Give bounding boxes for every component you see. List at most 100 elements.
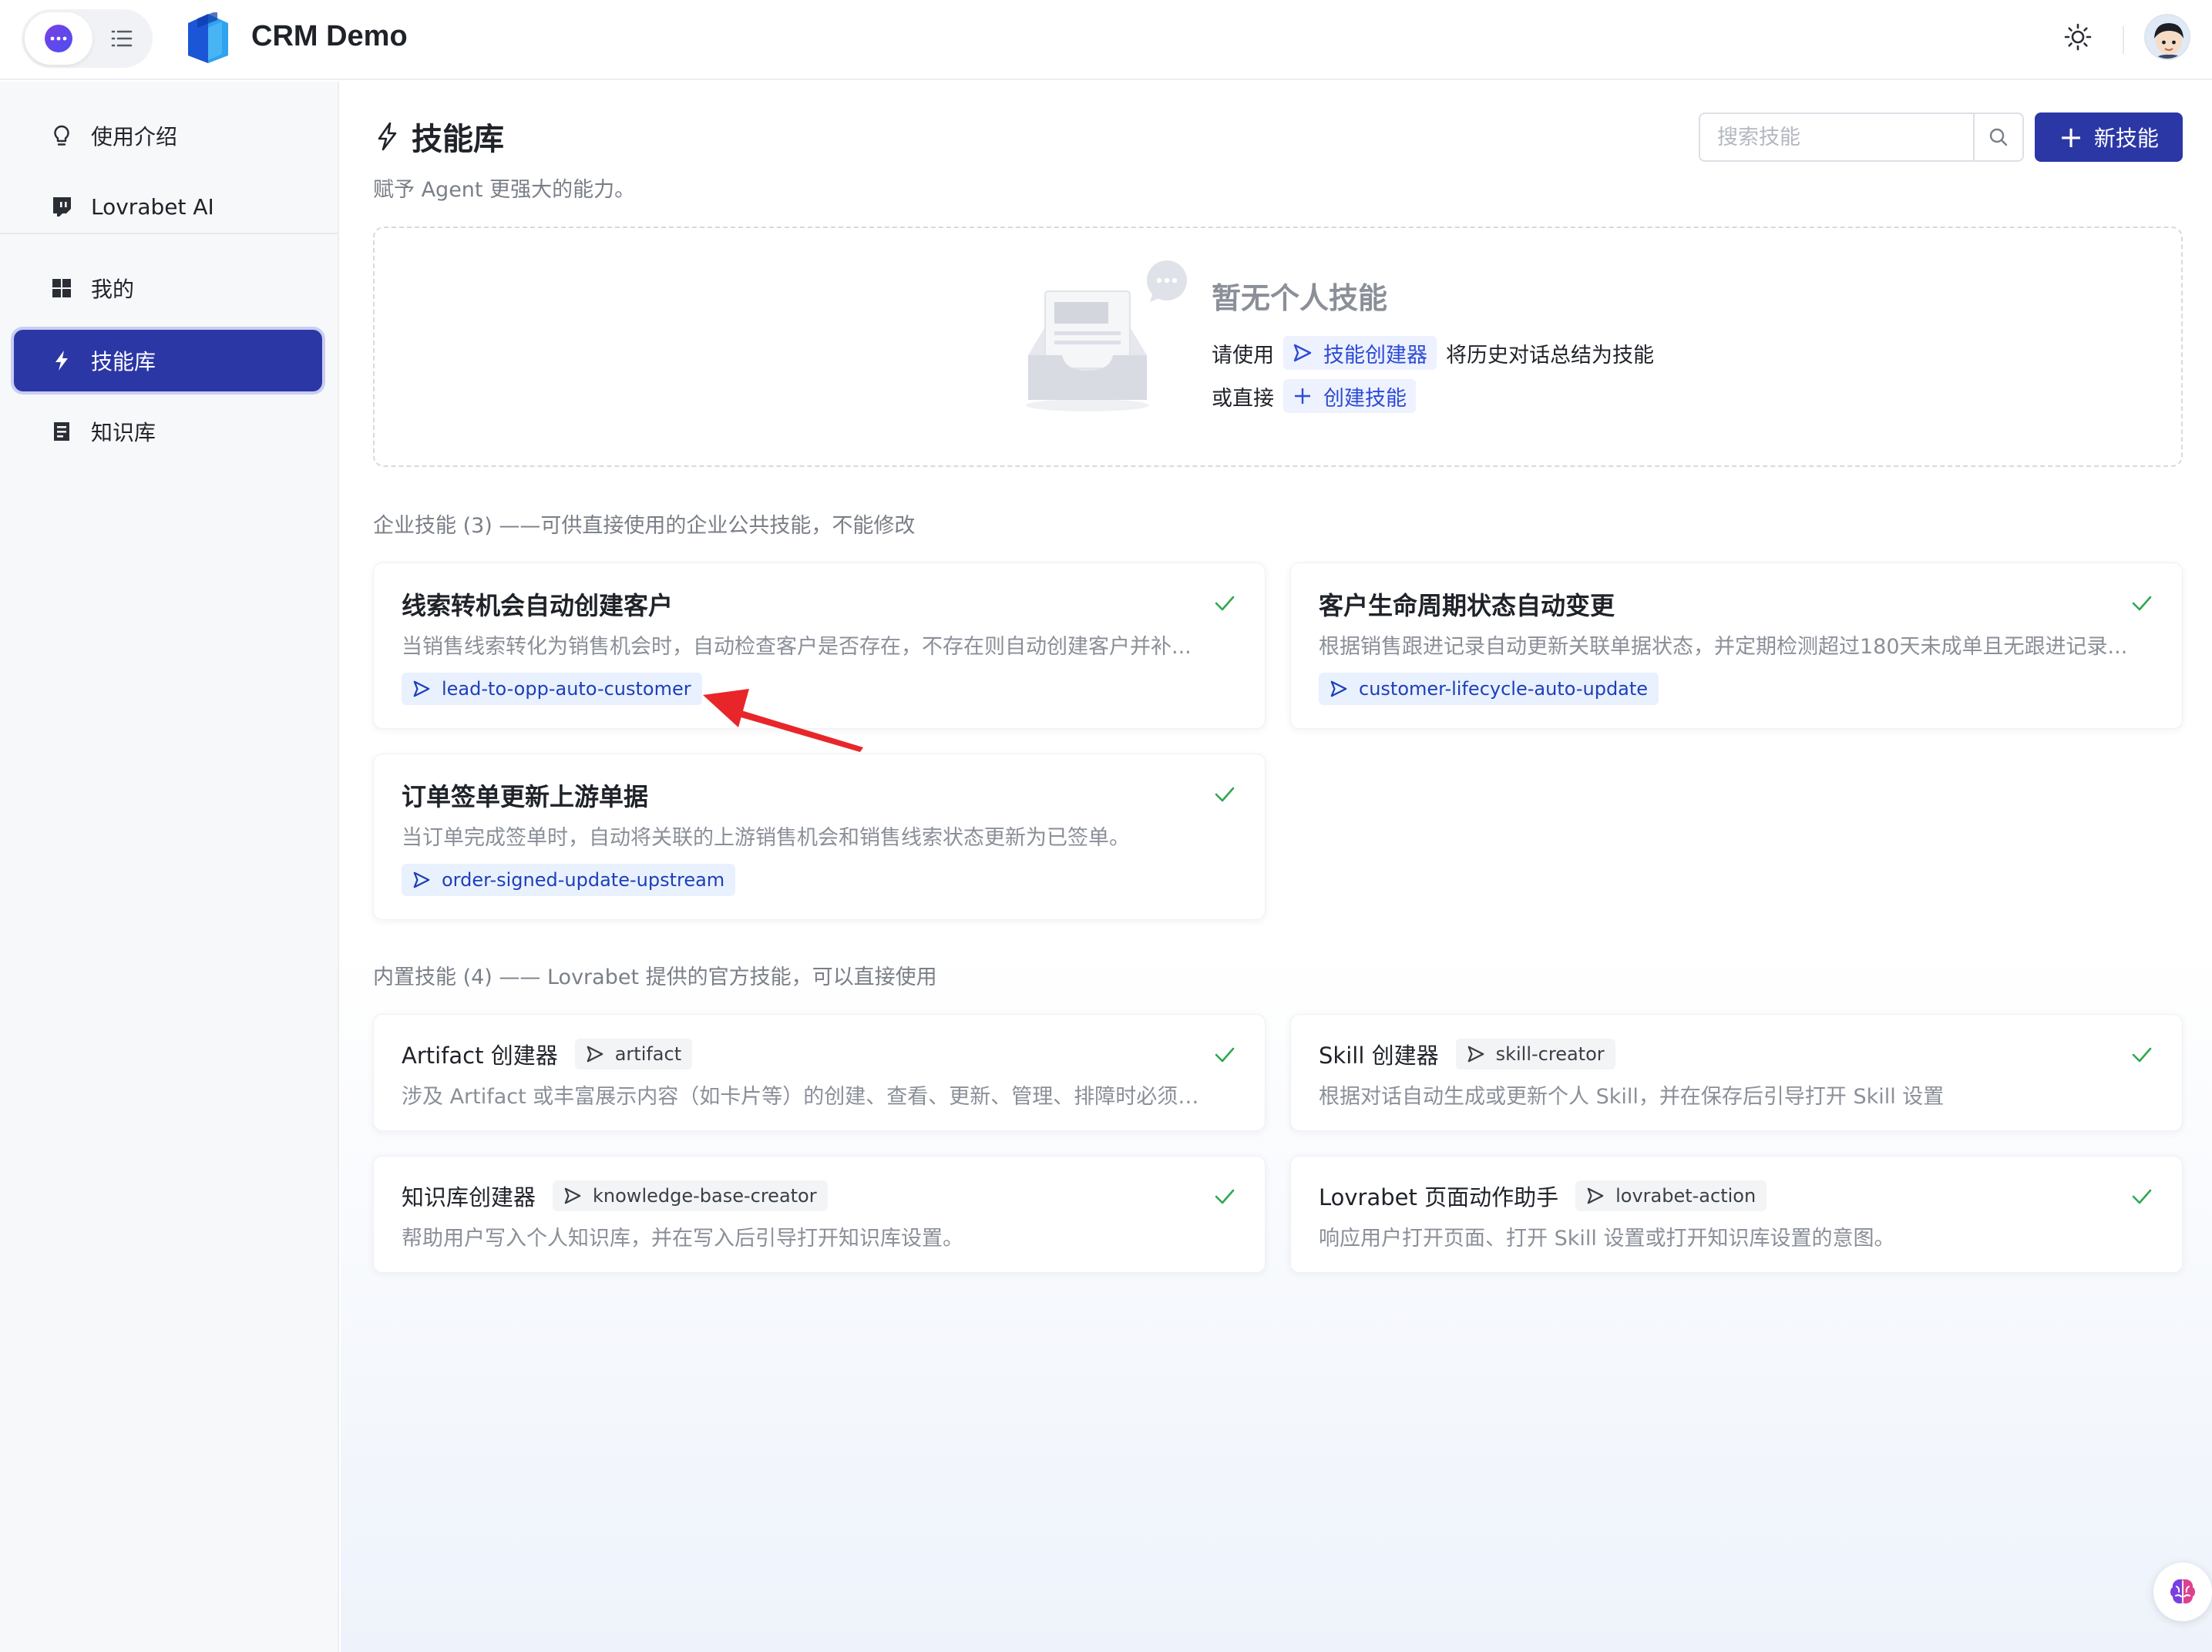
sidebar-item-label: 使用介绍	[91, 124, 178, 149]
skill-tag-label: order-signed-update-upstream	[442, 869, 725, 891]
skill-tag: skill-creator	[1455, 1039, 1615, 1069]
send-icon	[564, 1187, 581, 1204]
skill-title: 订单签单更新上游单据	[402, 782, 649, 811]
builtin-skills-header: 内置技能 (4) —— Lovrabet 提供的官方技能，可以直接使用	[373, 965, 937, 989]
skill-tag-label: customer-lifecycle-auto-update	[1359, 678, 1649, 700]
enterprise-skill-card[interactable]: 订单签单更新上游单据 当订单完成签单时，自动将关联的上游销售机会和销售线索状态更…	[373, 754, 1266, 920]
empty-inbox-icon	[1026, 260, 1187, 411]
plus-icon: +	[2059, 120, 2083, 154]
send-icon	[587, 1046, 603, 1063]
sidebar-item-mine[interactable]: 我的	[14, 257, 322, 319]
builtin-skill-card[interactable]: 知识库创建器 knowledge-base-creator 帮助用户写入个人知识…	[373, 1156, 1266, 1273]
send-icon	[413, 871, 430, 888]
main-content: 技能库 赋予 Agent 更强大的能力。 + 新技能 暂无个人技能	[341, 82, 2212, 1652]
search-button[interactable]	[1975, 114, 2022, 160]
skill-description: 根据销售跟进记录自动更新关联单据状态，并定期检测超过180天未成单且无跟进记录.…	[1319, 635, 2128, 659]
send-icon	[1330, 680, 1347, 697]
sidebar-item-knowledge[interactable]: 知识库	[14, 401, 322, 462]
assistant-float-button[interactable]	[2153, 1563, 2212, 1621]
enterprise-skill-card[interactable]: 客户生命周期状态自动变更 根据销售跟进记录自动更新关联单据状态，并定期检测超过1…	[1290, 562, 2183, 729]
create-skill-link-label: 创建技能	[1323, 386, 1407, 411]
skill-tag-label: skill-creator	[1495, 1043, 1605, 1065]
skill-tag: lovrabet-action	[1575, 1180, 1767, 1211]
chat-bubble-icon	[45, 25, 72, 52]
skill-title: 线索转机会自动创建客户	[402, 591, 674, 620]
enterprise-skills-header: 企业技能 (3) ——可供直接使用的企业公共技能，不能修改	[373, 514, 916, 538]
skill-description: 根据对话自动生成或更新个人 Skill，并在保存后引导打开 Skill 设置	[1319, 1085, 1945, 1109]
top-bar: CRM Demo	[0, 0, 2212, 80]
skill-tag: artifact	[574, 1039, 693, 1069]
user-avatar[interactable]	[2144, 14, 2190, 60]
builtin-skill-card[interactable]: Lovrabet 页面动作助手 lovrabet-action 响应用户打开页面…	[1290, 1156, 2183, 1273]
header-divider	[2123, 26, 2124, 54]
skill-description: 帮助用户写入个人知识库，并在写入后引导打开知识库设置。	[402, 1227, 963, 1251]
skill-description: 涉及 Artifact 或丰富展示内容（如卡片等）的创建、查看、更新、管理、排障…	[402, 1085, 1219, 1109]
sun-icon[interactable]	[2062, 22, 2093, 52]
check-icon	[1215, 787, 1235, 802]
new-skill-button[interactable]: + 新技能	[2035, 112, 2183, 162]
lightning-icon	[55, 351, 68, 371]
skill-name: Skill 创建器	[1319, 1043, 1439, 1069]
mode-toggle[interactable]	[22, 9, 153, 68]
hint-prefix: 请使用	[1212, 343, 1274, 368]
lightning-icon	[378, 122, 397, 151]
skill-name: Artifact 创建器	[402, 1043, 558, 1069]
skill-tag: customer-lifecycle-auto-update	[1319, 673, 1659, 705]
skill-tag-label: lovrabet-action	[1615, 1185, 1756, 1207]
book-icon	[54, 422, 69, 441]
create-skill-link[interactable]: 创建技能	[1283, 379, 1416, 413]
sidebar-item-skills[interactable]: 技能库	[14, 330, 322, 391]
skill-title: 客户生命周期状态自动变更	[1319, 591, 1615, 620]
skill-description: 当销售线索转化为销售机会时，自动检查客户是否存在，不存在则自动创建客户并补...	[402, 635, 1192, 659]
check-icon	[1215, 1189, 1235, 1204]
skill-name: Lovrabet 页面动作助手	[1319, 1184, 1559, 1210]
check-icon	[1215, 596, 1235, 611]
empty-hint-line-2: 或直接 创建技能	[1212, 379, 1425, 413]
app-title: CRM Demo	[251, 20, 408, 52]
sidebar: 使用介绍 Lovrabet AI 我的 技能库 知识库	[0, 82, 339, 1652]
twitch-icon	[53, 197, 71, 217]
list-mode-icon[interactable]	[106, 23, 137, 54]
skill-heading: 知识库创建器 knowledge-base-creator	[402, 1180, 828, 1212]
chat-mode-button[interactable]	[25, 12, 92, 65]
skill-tag: lead-to-opp-auto-customer	[402, 673, 702, 705]
sidebar-item-lovrabet-ai[interactable]: Lovrabet AI	[14, 176, 322, 237]
builtin-skill-card[interactable]: Artifact 创建器 artifact 涉及 Artifact 或丰富展示内…	[373, 1014, 1266, 1131]
enterprise-skill-card[interactable]: 线索转机会自动创建客户 当销售线索转化为销售机会时，自动检查客户是否存在，不存在…	[373, 562, 1266, 729]
search-input[interactable]	[1700, 114, 1975, 160]
sidebar-item-label: Lovrabet AI	[91, 193, 214, 220]
search-icon	[1989, 128, 2008, 146]
page-subtitle: 赋予 Agent 更强大的能力。	[373, 178, 636, 202]
sidebar-item-label: 我的	[91, 277, 135, 302]
skill-creator-link[interactable]: 技能创建器	[1283, 336, 1437, 370]
skill-tag-label: lead-to-opp-auto-customer	[442, 678, 691, 700]
skill-heading: Skill 创建器 skill-creator	[1319, 1038, 1615, 1070]
skill-tag: knowledge-base-creator	[553, 1180, 828, 1211]
app-logo-icon	[188, 12, 228, 63]
skill-name: 知识库创建器	[402, 1184, 536, 1210]
check-icon	[2132, 1047, 2152, 1063]
skill-tag: order-signed-update-upstream	[402, 864, 736, 896]
send-icon	[1587, 1187, 1604, 1204]
hint-suffix: 将历史对话总结为技能	[1446, 343, 1654, 368]
plus-icon	[1295, 388, 1310, 404]
check-icon	[2132, 1189, 2152, 1204]
sidebar-item-label: 知识库	[91, 420, 156, 445]
send-icon	[1467, 1046, 1484, 1063]
skill-description: 当订单完成签单时，自动将关联的上游销售机会和销售线索状态更新为已签单。	[402, 826, 1130, 850]
sidebar-item-label: 技能库	[91, 349, 156, 374]
new-skill-label: 新技能	[2093, 126, 2159, 151]
search-box	[1699, 112, 2024, 162]
check-icon	[1215, 1047, 1235, 1063]
send-icon	[413, 680, 430, 697]
skill-heading: Artifact 创建器 artifact	[402, 1038, 693, 1070]
skill-heading: Lovrabet 页面动作助手 lovrabet-action	[1319, 1180, 1767, 1212]
skill-description: 响应用户打开页面、打开 Skill 设置或打开知识库设置的意图。	[1319, 1227, 1895, 1251]
page-title-text: 技能库	[412, 122, 504, 157]
brain-icon	[2170, 1579, 2195, 1604]
builtin-skill-card[interactable]: Skill 创建器 skill-creator 根据对话自动生成或更新个人 Sk…	[1290, 1014, 2183, 1131]
empty-title: 暂无个人技能	[1212, 281, 1388, 315]
sidebar-item-intro[interactable]: 使用介绍	[14, 105, 322, 166]
skill-creator-link-label: 技能创建器	[1323, 343, 1427, 368]
sidebar-divider	[0, 233, 338, 234]
